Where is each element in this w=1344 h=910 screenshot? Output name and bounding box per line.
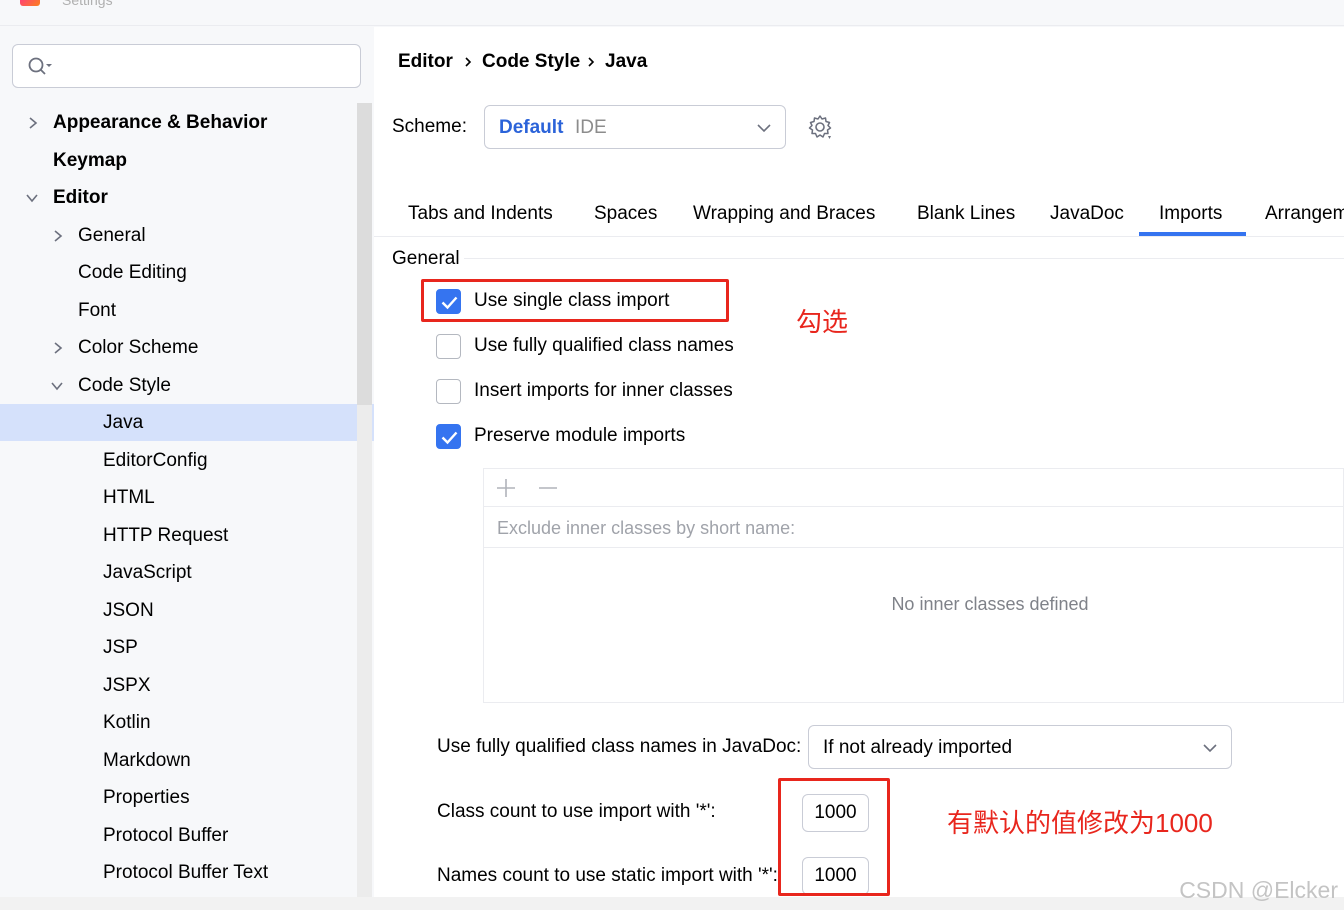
inner-classes-table: Exclude inner classes by short name: No … <box>483 468 1344 703</box>
title-bar: Settings <box>0 0 1344 26</box>
window-title: Settings <box>62 0 113 8</box>
javadoc-label: Use fully qualified class names in JavaD… <box>437 736 802 757</box>
checkbox-unchecked[interactable] <box>436 334 461 359</box>
tree-item-editorconfig[interactable]: EditorConfig <box>0 442 374 479</box>
tab-arrangement[interactable]: Arrangem <box>1265 203 1344 225</box>
scheme-name: Default <box>499 117 564 138</box>
breadcrumb-java: Java <box>605 51 648 72</box>
tab-blank-lines[interactable]: Blank Lines <box>917 203 1015 225</box>
tree-item-protocol-buffer-text[interactable]: Protocol Buffer Text <box>0 854 374 891</box>
tree-item-jspx[interactable]: JSPX <box>0 667 374 704</box>
checkbox-label: Use fully qualified class names <box>474 335 734 356</box>
scheme-type: IDE <box>575 117 607 138</box>
tree-item-jsp[interactable]: JSP <box>0 629 374 666</box>
chevron-right-icon[interactable] <box>51 341 65 355</box>
chevron-down-icon[interactable] <box>25 191 39 205</box>
annotation-modify-text: 有默认的值修改为1000 <box>947 808 1213 838</box>
checkbox-checked[interactable] <box>436 424 461 449</box>
annotation-check-text: 勾选 <box>796 307 849 337</box>
minus-icon[interactable] <box>538 478 558 498</box>
scheme-dropdown[interactable]: Default IDE <box>484 105 786 149</box>
table-column-header: Exclude inner classes by short name: <box>497 518 796 538</box>
breadcrumb-code-style[interactable]: Code Style <box>482 51 580 73</box>
gear-icon[interactable] <box>807 114 833 140</box>
tree-item-javascript[interactable]: JavaScript <box>0 554 374 591</box>
breadcrumb-editor[interactable]: Editor <box>398 51 453 73</box>
settings-content: Editor Code Style Java Scheme: Default I… <box>374 27 1344 897</box>
annotation-box-single-import <box>421 279 729 322</box>
plus-icon[interactable] <box>496 478 516 498</box>
names-count-label: Names count to use static import with '*… <box>437 865 778 886</box>
code-style-tabs: Tabs and Indents Spaces Wrapping and Bra… <box>374 187 1344 237</box>
tree-item-keymap[interactable]: Keymap <box>0 142 374 179</box>
tree-item-general[interactable]: General <box>0 217 374 254</box>
tree-item-appearance[interactable]: Appearance & Behavior <box>0 104 374 141</box>
tree-item-properties[interactable]: Properties <box>0 779 374 816</box>
tab-imports[interactable]: Imports <box>1159 203 1222 225</box>
annotation-box-counts <box>778 778 890 896</box>
tree-item-kotlin[interactable]: Kotlin <box>0 704 374 741</box>
table-empty-text: No inner classes defined <box>891 594 1089 614</box>
table-toolbar <box>484 469 1344 507</box>
chevron-right-icon[interactable] <box>26 116 40 130</box>
chevron-right-icon[interactable] <box>51 229 65 243</box>
checkmark-icon <box>441 431 458 445</box>
app-logo-icon <box>20 0 40 6</box>
tree-item-font[interactable]: Font <box>0 292 374 329</box>
chevron-down-icon[interactable] <box>50 379 64 393</box>
chevron-right-icon <box>465 57 472 67</box>
checkbox-label: Insert imports for inner classes <box>474 380 733 401</box>
tree-item-json[interactable]: JSON <box>0 592 374 629</box>
javadoc-value: If not already imported <box>823 737 1013 758</box>
chevron-right-icon <box>588 57 595 67</box>
tab-spaces[interactable]: Spaces <box>594 203 657 225</box>
table-header: Exclude inner classes by short name: <box>484 508 1344 548</box>
tab-wrapping-and-braces[interactable]: Wrapping and Braces <box>693 203 875 225</box>
checkbox-unchecked[interactable] <box>436 379 461 404</box>
tree-item-protocol-buffer[interactable]: Protocol Buffer <box>0 817 374 854</box>
search-input[interactable] <box>12 44 361 88</box>
tree-item-color-scheme[interactable]: Color Scheme <box>0 329 374 366</box>
section-divider <box>464 258 1344 259</box>
chevron-down-icon <box>757 124 771 133</box>
bottom-strip <box>0 897 1344 910</box>
tree-item-editor[interactable]: Editor <box>0 179 374 216</box>
tree-item-http-request[interactable]: HTTP Request <box>0 517 374 554</box>
active-tab-indicator <box>1139 232 1246 236</box>
tree-item-code-style[interactable]: Code Style <box>0 367 374 404</box>
watermark: CSDN @Elcker <box>1179 877 1338 903</box>
javadoc-dropdown[interactable]: If not already imported <box>808 725 1232 769</box>
scrollbar-thumb[interactable] <box>357 103 372 405</box>
sidebar-scrollbar[interactable] <box>357 103 372 910</box>
settings-sidebar: Appearance & Behavior Keymap Editor Gene… <box>0 27 374 910</box>
scheme-label: Scheme: <box>392 116 467 137</box>
section-general-title: General <box>392 248 460 269</box>
tab-tabs-and-indents[interactable]: Tabs and Indents <box>408 203 553 225</box>
tree-item-java[interactable]: Java <box>0 404 374 441</box>
search-icon <box>28 57 52 75</box>
checkbox-label: Preserve module imports <box>474 425 686 446</box>
chevron-down-icon <box>1203 744 1217 753</box>
tree-item-code-editing[interactable]: Code Editing <box>0 254 374 291</box>
tree-item-markdown[interactable]: Markdown <box>0 742 374 779</box>
tree-item-html[interactable]: HTML <box>0 479 374 516</box>
class-count-label: Class count to use import with '*': <box>437 801 716 822</box>
tab-javadoc[interactable]: JavaDoc <box>1050 203 1124 225</box>
